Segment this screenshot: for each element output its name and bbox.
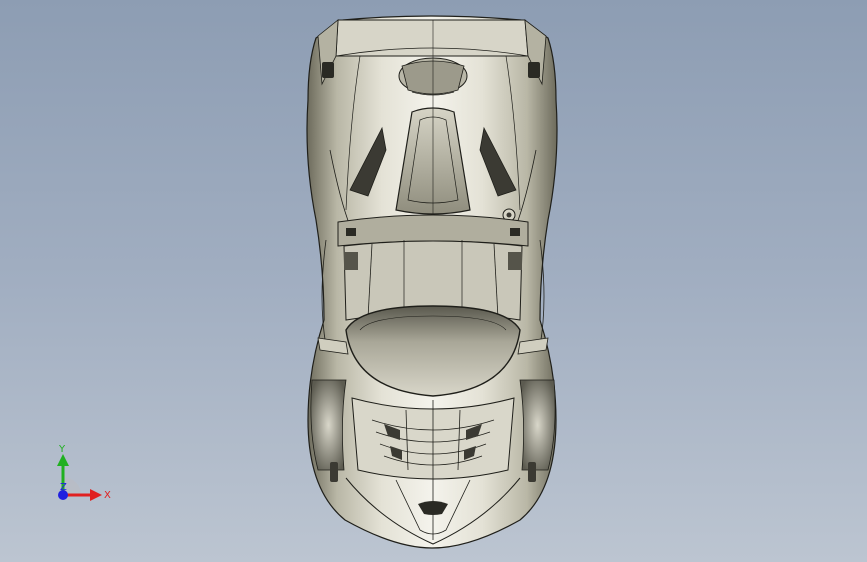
- car-body: [306, 15, 558, 549]
- car-model[interactable]: [0, 0, 867, 562]
- coordinate-triad: Y X Z: [57, 444, 111, 501]
- graphics-viewport[interactable]: Y X Z: [0, 0, 867, 562]
- y-axis-arrow: [57, 454, 69, 466]
- x-axis-label: X: [104, 490, 111, 501]
- z-axis-label: Z: [60, 482, 67, 493]
- x-axis-arrow: [90, 489, 102, 501]
- y-axis-label: Y: [58, 444, 66, 455]
